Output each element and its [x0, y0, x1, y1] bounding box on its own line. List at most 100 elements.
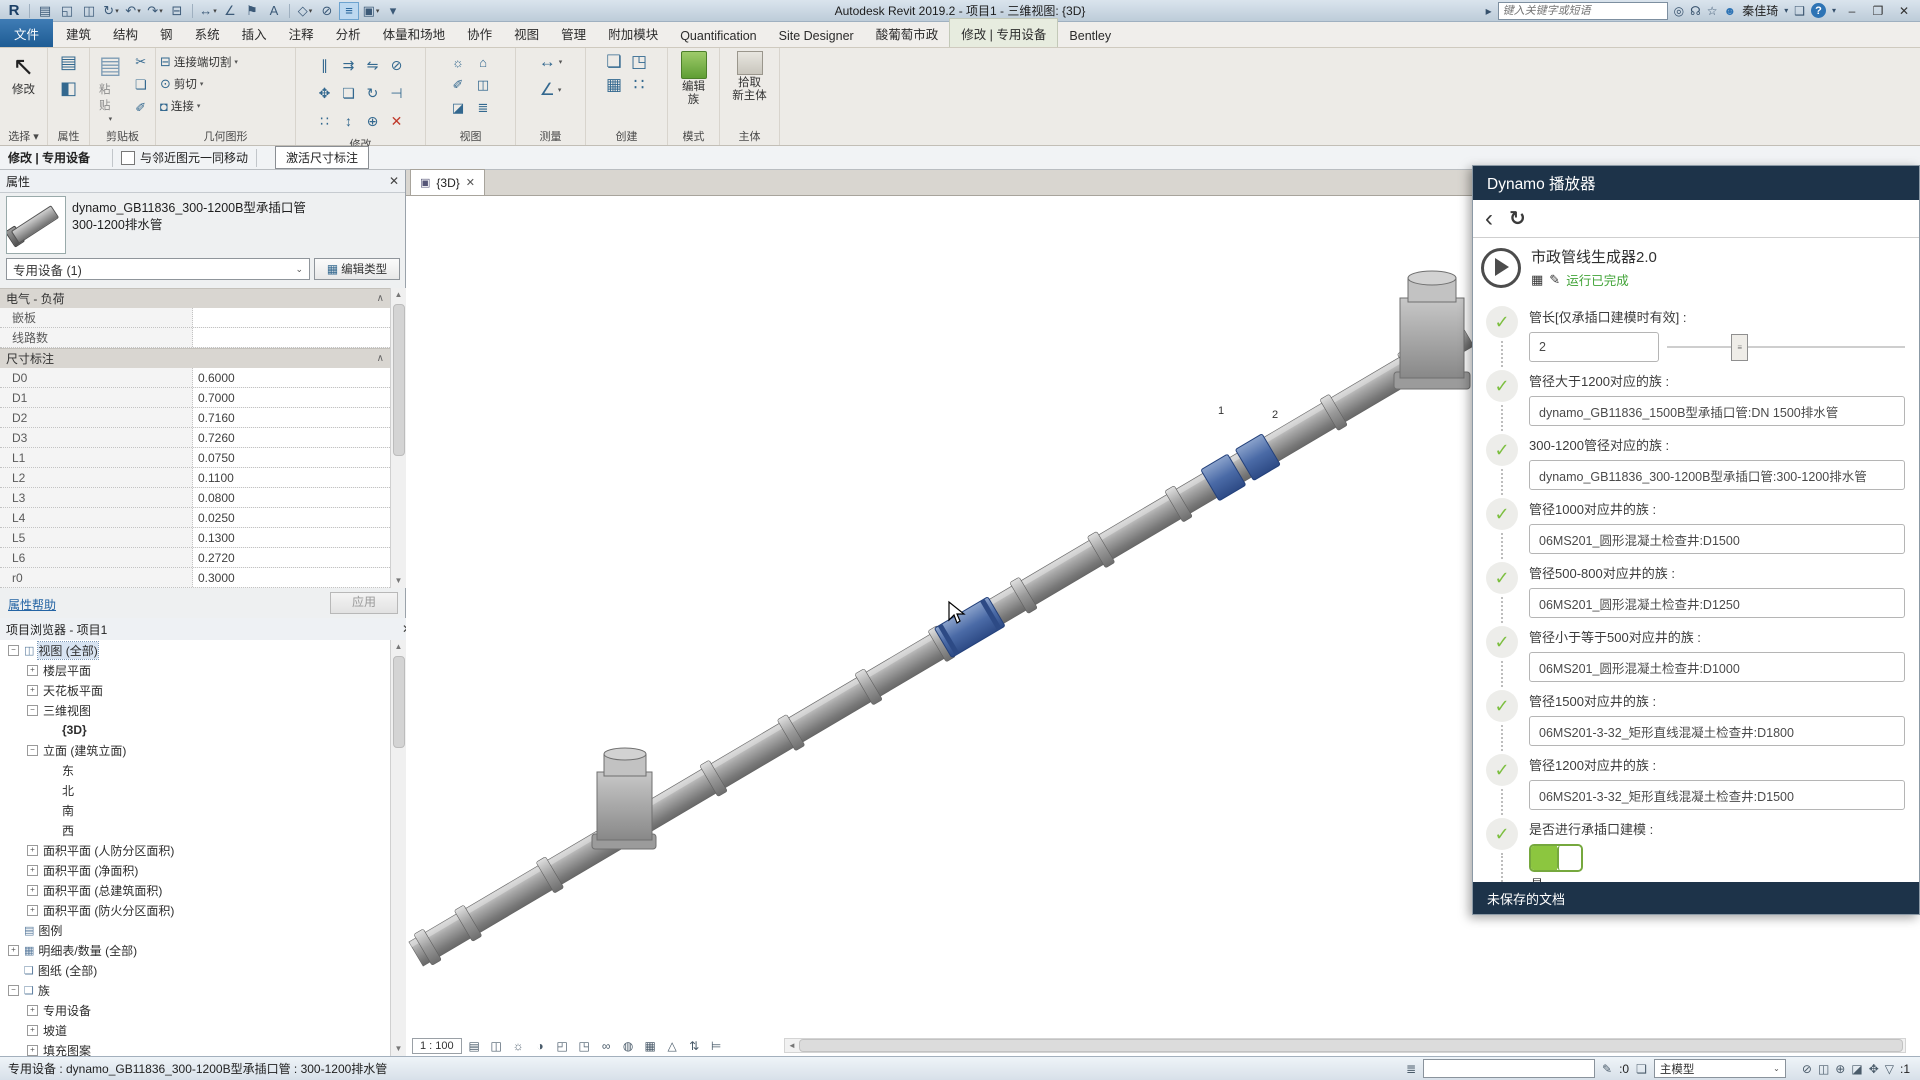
type-properties-icon[interactable]: ◧: [58, 77, 80, 99]
tree-item-label[interactable]: 填充图案: [43, 1042, 91, 1057]
input-value-box[interactable]: 06MS201_圆形混凝土检查井:D1250: [1529, 588, 1905, 618]
input-value-box[interactable]: 06MS201-3-32_矩形直线混凝土检查井:D1800: [1529, 716, 1905, 746]
expand-icon[interactable]: +: [27, 905, 38, 916]
dimension-button[interactable]: ∠▾: [540, 79, 562, 101]
tree-item[interactable]: + 天花板平面: [0, 680, 390, 700]
analytical-model-icon[interactable]: △: [662, 1036, 683, 1056]
switch-windows-icon[interactable]: ▣▾: [361, 2, 381, 20]
sun-path-icon[interactable]: ☼: [508, 1036, 529, 1056]
section-icon[interactable]: ⊘: [317, 2, 337, 20]
print-icon[interactable]: ⊟: [167, 2, 187, 20]
tree-item[interactable]: −三维视图: [0, 700, 390, 720]
redo-icon[interactable]: ↷▾: [145, 2, 165, 20]
pick-new-host-button[interactable]: 拾取 新主体: [732, 77, 767, 103]
detail-level-icon[interactable]: ▤: [464, 1036, 485, 1056]
property-section-header[interactable]: 尺寸标注∧: [0, 348, 390, 368]
cut-end-join-button[interactable]: ⊟连接端切割▾: [160, 51, 238, 73]
tree-item-label[interactable]: 西: [62, 822, 74, 839]
ribbon-tab-系统[interactable]: 系统: [184, 19, 231, 47]
user-avatar-icon[interactable]: ☻: [1724, 4, 1737, 18]
scrollbar-thumb[interactable]: [799, 1039, 1903, 1052]
paste-dropdown-icon[interactable]: ▾: [109, 115, 113, 123]
search-input[interactable]: [1498, 2, 1668, 20]
input-value-box[interactable]: 06MS201-3-32_矩形直线混凝土检查井:D1500: [1529, 780, 1905, 810]
tree-item[interactable]: ❏图纸 (全部): [0, 960, 390, 980]
help-icon[interactable]: ?: [1811, 3, 1826, 18]
tree-item[interactable]: 南: [0, 800, 390, 820]
edit-in-dynamo-icon[interactable]: ✎: [1549, 272, 1560, 288]
default-3d-view-icon[interactable]: ◇▾: [295, 2, 315, 20]
tree-item-label[interactable]: 立面 (建筑立面): [43, 742, 126, 759]
ribbon-tab-Quantification[interactable]: Quantification: [669, 24, 767, 47]
expand-icon[interactable]: +: [27, 865, 38, 876]
restore-button[interactable]: ❐: [1868, 4, 1888, 18]
displacement-sets-icon[interactable]: ⇅: [684, 1036, 705, 1056]
save-icon[interactable]: ◫: [79, 2, 99, 20]
back-icon[interactable]: ‹: [1485, 209, 1493, 229]
rotate-icon[interactable]: ↻: [361, 79, 385, 107]
slider-handle[interactable]: ≡: [1731, 334, 1748, 361]
properties-scrollbar[interactable]: ▲ ▼: [390, 288, 406, 588]
default-view-icon[interactable]: ⌂: [472, 51, 494, 73]
input-value-box[interactable]: dynamo_GB11836_1500B型承插口管:DN 1500排水管: [1529, 396, 1905, 426]
collapse-icon[interactable]: −: [27, 705, 38, 716]
signed-in-user[interactable]: 秦佳琦: [1742, 2, 1778, 19]
property-value[interactable]: [193, 308, 390, 327]
measure-icon-dropdown[interactable]: ▾: [213, 7, 217, 15]
tag-icon[interactable]: ⚑: [242, 2, 262, 20]
manhole-top[interactable]: [1394, 271, 1470, 389]
editing-requests-icon[interactable]: ✎: [1602, 1062, 1612, 1076]
tree-item[interactable]: +面积平面 (人防分区面积): [0, 840, 390, 860]
tree-item[interactable]: +专用设备: [0, 1000, 390, 1020]
constraints-icon[interactable]: ⊨: [706, 1036, 727, 1056]
select-underlay-icon[interactable]: ◫: [1818, 1062, 1829, 1076]
create-assembly-icon[interactable]: ▦: [603, 74, 625, 96]
tree-item[interactable]: + 面积平面 (净面积): [0, 860, 390, 880]
input-value-box[interactable]: 06MS201_圆形混凝土检查井:D1000: [1529, 652, 1905, 682]
ribbon-tab-Site Designer[interactable]: Site Designer: [768, 24, 865, 47]
tree-item[interactable]: −❑族: [0, 980, 390, 1000]
collapse-icon[interactable]: −: [8, 645, 19, 656]
tree-item-label[interactable]: 天花板平面: [43, 682, 103, 699]
ribbon-tab-修改 | 专用设备[interactable]: 修改 | 专用设备: [949, 18, 1058, 47]
override-graphics-icon[interactable]: ≣: [472, 97, 494, 119]
search-icon[interactable]: ◎: [1674, 4, 1684, 18]
project-browser-scrollbar[interactable]: ▲ ▼: [390, 640, 406, 1056]
cut-icon[interactable]: ✂: [130, 51, 152, 73]
visual-style-icon[interactable]: ◫: [486, 1036, 507, 1056]
move-with-nearby-checkbox[interactable]: [121, 151, 135, 165]
collapse-icon[interactable]: −: [8, 985, 19, 996]
tree-item-label[interactable]: {3D}: [62, 723, 87, 737]
ribbon-tab-建筑[interactable]: 建筑: [55, 19, 102, 47]
property-value[interactable]: 0.1300: [193, 528, 390, 547]
collapse-chevron-icon[interactable]: ∧: [377, 353, 384, 364]
text-icon[interactable]: A: [264, 2, 284, 20]
refresh-icon[interactable]: ↻: [1509, 206, 1526, 231]
tree-item[interactable]: +楼层平面: [0, 660, 390, 680]
default-3d-view-icon-dropdown[interactable]: ▾: [309, 7, 313, 15]
tree-item-label[interactable]: 北: [62, 782, 74, 799]
tree-item[interactable]: {3D}: [0, 720, 390, 740]
property-value[interactable]: 0.0800: [193, 488, 390, 507]
communication-center-icon[interactable]: ☊: [1690, 4, 1701, 18]
project-browser-header[interactable]: 项目浏览器 - 项目1 ✕: [0, 618, 418, 641]
properties-close-icon[interactable]: ✕: [389, 174, 399, 188]
properties-palette-icon[interactable]: ▤: [58, 51, 80, 73]
view-tab-3d[interactable]: ▣ {3D} ✕: [410, 169, 485, 195]
temporary-hide-isolate-icon[interactable]: ∞: [596, 1036, 617, 1056]
create-parts-icon[interactable]: ∷: [628, 74, 650, 96]
join-geometry-button[interactable]: ◘连接▾: [160, 95, 200, 117]
expand-icon[interactable]: +: [27, 685, 38, 696]
close-button[interactable]: ✕: [1894, 4, 1914, 18]
show-run-details-icon[interactable]: ▦: [1531, 272, 1543, 288]
tree-item-label[interactable]: 面积平面 (净面积): [43, 862, 138, 879]
copy-to-clipboard-icon[interactable]: ❏: [130, 74, 152, 96]
edit-type-button[interactable]: ▦ 编辑类型: [314, 258, 400, 280]
tree-item-label[interactable]: 面积平面 (防火分区面积): [43, 902, 174, 919]
property-value[interactable]: 0.7160: [193, 408, 390, 427]
scale-control[interactable]: 1 : 100: [412, 1038, 462, 1054]
property-value[interactable]: 0.1100: [193, 468, 390, 487]
align-icon[interactable]: ∥: [313, 51, 337, 79]
ribbon-tab-分析[interactable]: 分析: [325, 19, 372, 47]
worksharing-icon[interactable]: ≣: [1406, 1062, 1416, 1076]
